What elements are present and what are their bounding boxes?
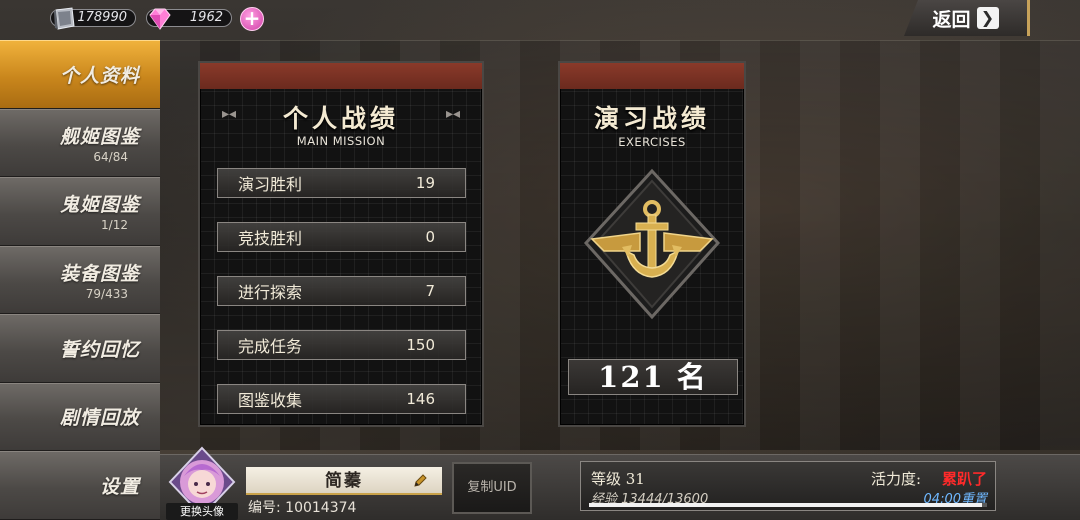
stat-row: 完成任务 150 xyxy=(217,330,466,360)
steel-counter: 178990 xyxy=(50,6,136,30)
player-name: 简蓁 xyxy=(325,471,363,491)
panel-title: 演习战绩 xyxy=(593,104,710,133)
sidebar-item-settings[interactable]: 设置 xyxy=(0,451,160,520)
panel-header-bar xyxy=(560,63,744,89)
sidebar-item-profile[interactable]: 个人资料 xyxy=(0,40,160,109)
panel-title: 个人战绩 xyxy=(282,104,399,133)
exercises-panel: 演习战绩 EXERCISES 121 名 xyxy=(558,61,746,427)
sidebar-item-label: 舰姬图鉴 xyxy=(59,125,140,148)
stat-value: 19 xyxy=(415,174,435,192)
back-label: 返回 xyxy=(932,8,971,31)
player-level: 等级 31 xyxy=(591,470,645,488)
sidebar-item-story-replay[interactable]: 剧情回放 xyxy=(0,382,160,451)
sidebar: 个人资料 舰姬图鉴 64/84 鬼姬图鉴 1/12 装备图鉴 79/433 誓约… xyxy=(0,40,160,520)
panel-subtitle: MAIN MISSION xyxy=(296,134,386,148)
stat-row: 演习胜利 19 xyxy=(217,168,466,198)
sidebar-item-label: 装备图鉴 xyxy=(59,262,140,285)
stat-value: 150 xyxy=(406,336,435,354)
stat-label: 演习胜利 xyxy=(238,175,303,194)
stat-value: 7 xyxy=(425,282,435,300)
player-name-field[interactable]: 简蓁 xyxy=(246,467,442,495)
sidebar-item-label: 剧情回放 xyxy=(59,407,140,430)
add-currency-button[interactable]: + xyxy=(240,7,264,31)
personal-record-panel: ▸◂ ▸◂ 个人战绩 MAIN MISSION 演习胜利 19 竞技胜利 0 进… xyxy=(198,61,484,427)
back-button[interactable]: 返回 ❯ xyxy=(904,0,1030,36)
stat-label: 进行探索 xyxy=(238,283,303,302)
exp-progress-fill xyxy=(589,503,983,507)
player-status-box: 等级 31 经验 13444/13600 活力度: 累趴了 04:00重置 xyxy=(580,461,996,511)
stat-value: 146 xyxy=(406,390,435,408)
sidebar-item-count: 64/84 xyxy=(93,149,128,164)
stat-label: 竞技胜利 xyxy=(238,229,303,248)
vitality-value: 累趴了 xyxy=(941,470,987,488)
panel-subtitle: EXERCISES xyxy=(618,135,686,149)
sidebar-item-ship-codex[interactable]: 舰姬图鉴 64/84 xyxy=(0,108,160,177)
sidebar-item-count: 79/433 xyxy=(85,286,128,301)
gem-counter: 1962 xyxy=(146,6,232,30)
stat-label: 图鉴收集 xyxy=(238,391,303,410)
stat-row: 竞技胜利 0 xyxy=(217,222,466,252)
pencil-edit-icon[interactable] xyxy=(412,473,428,489)
anchor-wings-emblem-icon xyxy=(583,168,721,320)
stat-label: 完成任务 xyxy=(238,337,303,356)
sidebar-item-oath-memories[interactable]: 誓约回忆 xyxy=(0,314,160,383)
stat-value: 0 xyxy=(425,228,435,246)
player-uid: 编号: 10014374 xyxy=(248,500,357,516)
plus-icon: + xyxy=(243,6,261,30)
sidebar-item-enemy-codex[interactable]: 鬼姬图鉴 1/12 xyxy=(0,177,160,246)
stat-row: 图鉴收集 146 xyxy=(217,384,466,414)
sidebar-item-label: 设置 xyxy=(99,475,140,498)
panel-header-bar xyxy=(200,63,482,89)
steel-ingot-icon xyxy=(54,7,75,30)
player-name-box: 简蓁 编号: 10014374 xyxy=(246,463,446,517)
top-bar: 178990 1962 + 返回 ❯ xyxy=(0,0,1080,36)
pink-gem-icon xyxy=(149,8,171,30)
copy-uid-button[interactable]: 复制UID xyxy=(452,462,532,514)
chevron-right-icon: ❯ xyxy=(976,7,999,29)
exercise-rank: 121 名 xyxy=(568,359,738,395)
sidebar-item-label: 誓约回忆 xyxy=(59,338,140,361)
sidebar-item-count: 1/12 xyxy=(101,218,128,233)
change-avatar-button[interactable]: 更换头像 xyxy=(166,503,238,520)
sidebar-item-equipment-codex[interactable]: 装备图鉴 79/433 xyxy=(0,245,160,314)
exp-progress-bar xyxy=(589,503,987,507)
stat-row: 进行探索 7 xyxy=(217,276,466,306)
vitality-label: 活力度: xyxy=(870,470,921,488)
sidebar-item-label: 鬼姬图鉴 xyxy=(59,194,140,217)
sidebar-item-label: 个人资料 xyxy=(59,64,140,87)
